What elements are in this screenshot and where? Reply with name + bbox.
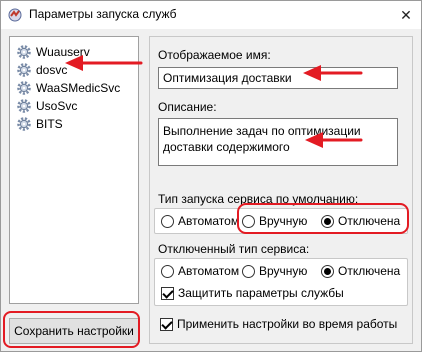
radio-label: Автоматом bbox=[178, 264, 240, 278]
display-name-field[interactable]: Оптимизация доставки bbox=[158, 67, 398, 89]
title-bar[interactable]: Параметры запуска служб ✕ bbox=[1, 1, 421, 29]
service-name: Wuauserv bbox=[36, 45, 90, 59]
description-line: Выполнение задач по оптимизации bbox=[163, 124, 361, 138]
radio-automatic[interactable]: Автоматом bbox=[161, 214, 239, 228]
radio-label: Отключена bbox=[338, 264, 401, 278]
gear-icon bbox=[17, 99, 31, 113]
gear-icon bbox=[17, 117, 31, 131]
list-item[interactable]: WaaSMedicSvc bbox=[16, 79, 120, 97]
service-name: UsoSvc bbox=[36, 99, 78, 113]
checkbox-label: Защитить параметры службы bbox=[178, 286, 344, 300]
gear-icon bbox=[17, 63, 31, 77]
list-item[interactable]: Wuauserv bbox=[16, 43, 90, 61]
window-title: Параметры запуска служб bbox=[29, 7, 177, 21]
display-name-label: Отображаемое имя: bbox=[158, 48, 271, 62]
apply-runtime-checkbox[interactable]: Применить настройки во время работы bbox=[160, 317, 397, 331]
disabled-type-label: Отключенный тип сервиса: bbox=[158, 242, 310, 256]
radio-button[interactable] bbox=[161, 264, 174, 278]
dialog-window: Параметры запуска служб ✕ Wuauserv dosvc bbox=[0, 0, 422, 352]
service-name: WaaSMedicSvc bbox=[36, 81, 121, 95]
description-field[interactable]: Выполнение задач по оптимизации доставки… bbox=[158, 118, 398, 166]
annotation-highlight bbox=[237, 203, 409, 234]
radio-label: Вручную bbox=[259, 264, 308, 278]
radio-label: Автоматом bbox=[178, 214, 240, 228]
radio-button[interactable] bbox=[321, 264, 334, 278]
checkbox[interactable] bbox=[161, 286, 174, 300]
list-item[interactable]: dosvc bbox=[16, 61, 67, 79]
description-label: Описание: bbox=[158, 100, 217, 114]
service-list[interactable]: Wuauserv dosvc WaaSMedicSvc UsoSvc BITS bbox=[9, 36, 139, 304]
description-line: доставки содержимого bbox=[163, 140, 290, 154]
list-item[interactable]: UsoSvc bbox=[16, 97, 77, 115]
list-item[interactable]: BITS bbox=[16, 115, 63, 133]
gear-icon bbox=[17, 81, 31, 95]
checkbox-label: Применить настройки во время работы bbox=[177, 317, 398, 331]
app-icon bbox=[8, 8, 22, 22]
close-icon[interactable]: ✕ bbox=[391, 1, 421, 29]
checkbox[interactable] bbox=[160, 317, 173, 331]
radio-manual[interactable]: Вручную bbox=[242, 264, 307, 278]
disabled-type-group: Автоматом Вручную Отключена Защитить пар… bbox=[154, 258, 408, 306]
gear-icon bbox=[17, 45, 31, 59]
client-area: Wuauserv dosvc WaaSMedicSvc UsoSvc BITS … bbox=[1, 29, 421, 351]
service-details-panel: Отображаемое имя: Оптимизация доставки О… bbox=[149, 36, 413, 344]
radio-button[interactable] bbox=[161, 214, 174, 228]
protect-settings-checkbox[interactable]: Защитить параметры службы bbox=[161, 286, 344, 300]
radio-button[interactable] bbox=[242, 264, 255, 278]
annotation-highlight bbox=[3, 311, 140, 348]
radio-disabled[interactable]: Отключена bbox=[321, 264, 400, 278]
service-name: dosvc bbox=[36, 63, 68, 77]
radio-automatic[interactable]: Автоматом bbox=[161, 264, 239, 278]
service-name: BITS bbox=[36, 117, 63, 131]
